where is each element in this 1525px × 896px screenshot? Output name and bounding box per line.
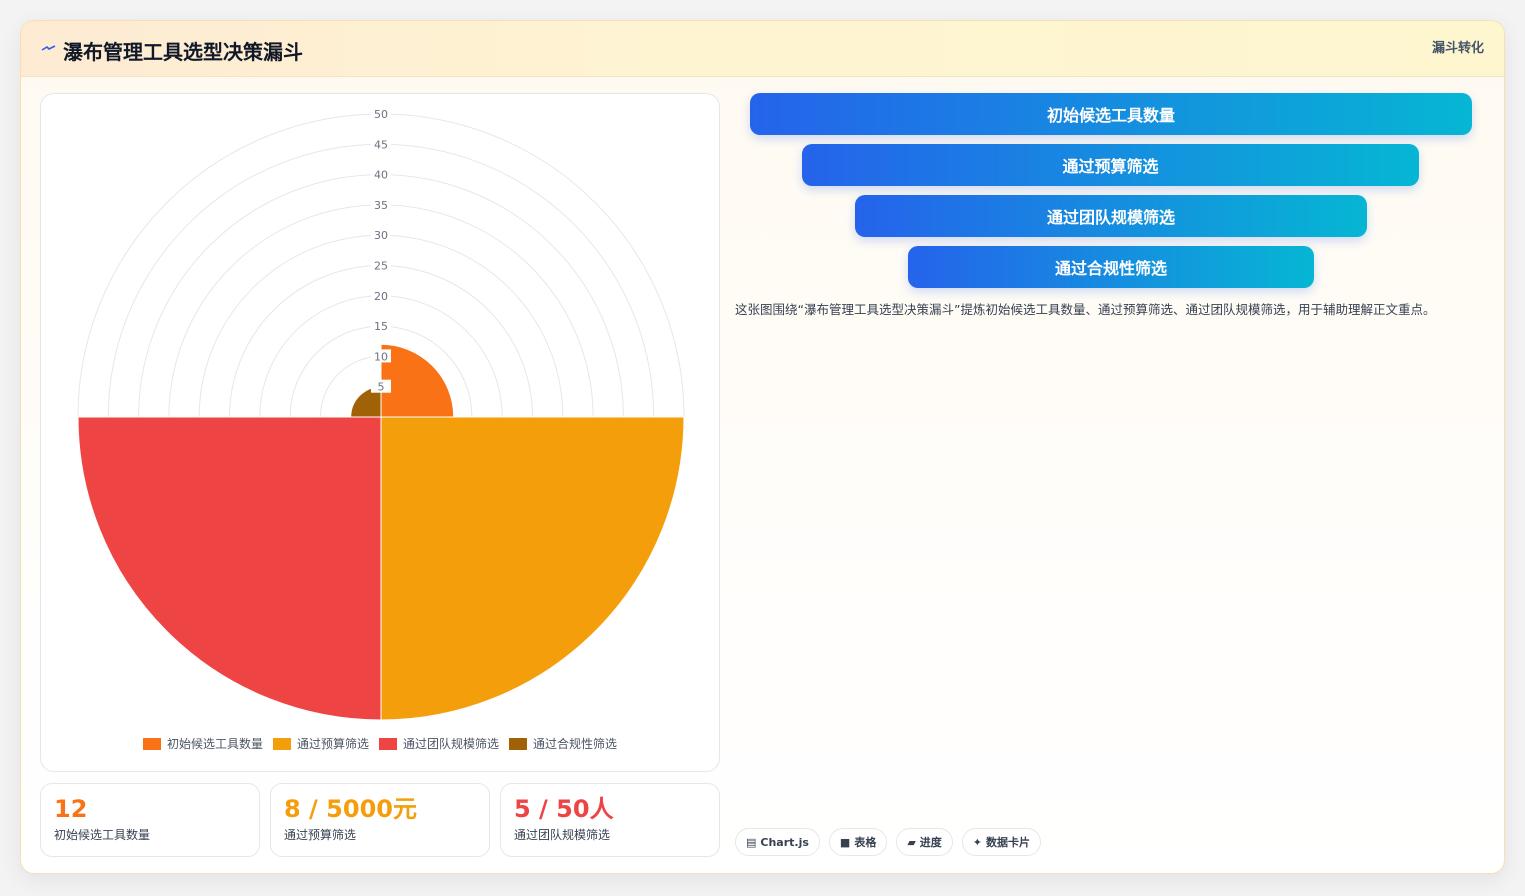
tick-label-10: 10 bbox=[371, 349, 391, 363]
funnel-step-compliance: 通过合规性筛选 bbox=[908, 246, 1314, 288]
sector-3[interactable] bbox=[77, 416, 382, 721]
main-card: 瀑布管理工具选型决策漏斗 漏斗转化 5 10 15 20 25 30 35 40 45 50 初始… bbox=[20, 20, 1505, 874]
stat-label: 初始候选工具数量 bbox=[54, 828, 151, 842]
stat-value: 8 / 5000元 bbox=[284, 795, 417, 823]
chip-label: 数据卡片 bbox=[986, 836, 1031, 849]
funnel-step-budget: 通过预算筛选 bbox=[802, 144, 1419, 186]
funnel-step-label: 初始候选工具数量 bbox=[1046, 106, 1175, 125]
header-tag: 漏斗转化 bbox=[1431, 41, 1484, 56]
card-header: 瀑布管理工具选型决策漏斗 漏斗转化 bbox=[21, 21, 1504, 77]
funnel-step-label: 通过预算筛选 bbox=[1062, 157, 1159, 176]
legend-label: 初始候选工具数量 bbox=[166, 737, 263, 751]
chart-panel: 5 10 15 20 25 30 35 40 45 50 初始候选工具数量 通过预算筛选 通过团队规模… bbox=[40, 93, 720, 772]
chart-description: 这张图围绕“瀑布管理工具选型决策漏斗”提炼初始候选工具数量、通过预算筛选、通过团… bbox=[735, 302, 1436, 317]
stat-card-budget: 8 / 5000元 通过预算筛选 bbox=[270, 783, 490, 857]
tick-label-15: 15 bbox=[371, 319, 391, 333]
legend-item-2[interactable]: 通过预算筛选 bbox=[272, 735, 369, 752]
tick-label-25: 25 bbox=[371, 258, 391, 273]
stat-label: 通过团队规模筛选 bbox=[514, 828, 611, 842]
polar-area-chart: 5 10 15 20 25 30 35 40 45 50 bbox=[77, 107, 685, 721]
svg-text:30: 30 bbox=[374, 229, 388, 242]
funnel-step-team: 通过团队规模筛选 bbox=[855, 195, 1367, 237]
svg-text:35: 35 bbox=[374, 199, 388, 212]
legend-item-1[interactable]: 初始候选工具数量 bbox=[142, 735, 263, 752]
progress-icon: ▰ bbox=[907, 835, 916, 849]
svg-text:25: 25 bbox=[374, 260, 388, 273]
sector-2[interactable] bbox=[380, 416, 685, 721]
chip-chartjs[interactable]: ▤ Chart.js bbox=[735, 828, 820, 856]
svg-text:15: 15 bbox=[374, 320, 388, 333]
chip-table[interactable]: ■ 表格 bbox=[828, 828, 888, 856]
svg-text:10: 10 bbox=[374, 350, 388, 363]
tick-label-35: 35 bbox=[371, 197, 391, 212]
tick-label-50: 50 bbox=[371, 107, 391, 121]
tick-label-5: 5 bbox=[371, 379, 391, 394]
tick-label-20: 20 bbox=[371, 288, 391, 303]
legend-swatch bbox=[379, 737, 397, 750]
funnel-step-label: 通过团队规模筛选 bbox=[1046, 208, 1175, 227]
stat-card-initial: 12 初始候选工具数量 bbox=[40, 783, 260, 857]
stat-card-team: 5 / 50人 通过团队规模筛选 bbox=[500, 783, 720, 857]
svg-text:50: 50 bbox=[374, 108, 388, 121]
chip-progress[interactable]: ▰ 进度 bbox=[896, 828, 953, 856]
svg-text:5: 5 bbox=[378, 381, 385, 394]
legend-swatch bbox=[142, 737, 161, 750]
tech-chips: ▤ Chart.js ■ 表格 ▰ 进度 ✦ 数据卡片 bbox=[735, 828, 1042, 856]
sparkle-icon: ✦ bbox=[972, 835, 983, 849]
tick-label-40: 40 bbox=[371, 167, 391, 182]
legend-label: 通过预算筛选 bbox=[296, 737, 369, 751]
stat-value: 5 / 50人 bbox=[514, 795, 614, 823]
legend-label: 通过合规性筛选 bbox=[533, 737, 618, 751]
lightning-icon bbox=[41, 45, 56, 51]
chip-label: 进度 bbox=[919, 836, 942, 849]
svg-text:45: 45 bbox=[374, 138, 388, 151]
table-icon: ■ bbox=[839, 835, 851, 849]
page-title: 瀑布管理工具选型决策漏斗 bbox=[63, 40, 303, 64]
stat-value: 12 bbox=[54, 795, 88, 823]
funnel-step-label: 通过合规性筛选 bbox=[1054, 259, 1167, 278]
legend-swatch bbox=[509, 737, 528, 750]
svg-text:20: 20 bbox=[374, 290, 388, 303]
funnel-step-initial: 初始候选工具数量 bbox=[750, 93, 1472, 135]
svg-text:40: 40 bbox=[374, 169, 388, 182]
sector-1[interactable] bbox=[380, 343, 455, 418]
chip-label: 表格 bbox=[854, 836, 877, 849]
legend-swatch bbox=[272, 737, 291, 750]
legend-label: 通过团队规模筛选 bbox=[403, 737, 500, 751]
legend-item-4[interactable]: 通过合规性筛选 bbox=[509, 735, 617, 752]
legend-item-3[interactable]: 通过团队规模筛选 bbox=[379, 735, 499, 752]
chip-label: Chart.js bbox=[760, 835, 809, 849]
tick-label-30: 30 bbox=[371, 228, 391, 242]
chart-icon: ▤ bbox=[746, 835, 757, 849]
chart-legend: 初始候选工具数量 通过预算筛选 通过团队规模筛选 通过合规性筛选 bbox=[41, 735, 719, 752]
stat-label: 通过预算筛选 bbox=[284, 828, 357, 842]
tick-label-45: 45 bbox=[371, 137, 391, 151]
chip-data-card[interactable]: ✦ 数据卡片 bbox=[961, 828, 1042, 856]
